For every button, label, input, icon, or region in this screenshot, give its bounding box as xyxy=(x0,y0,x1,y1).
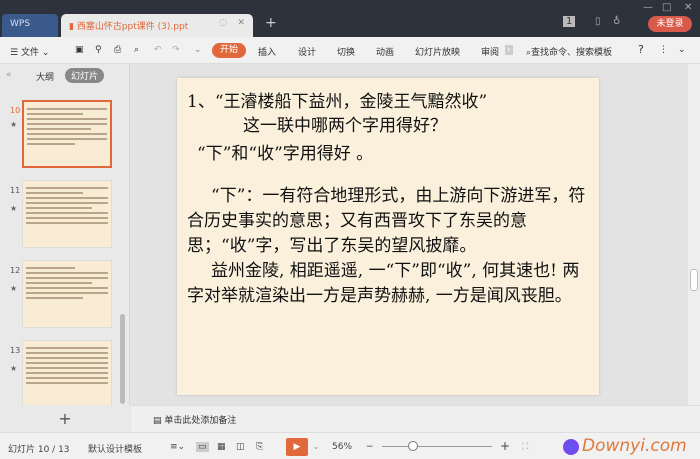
more-quick-icon[interactable]: ⌄ xyxy=(194,45,202,55)
slide-paragraph-2: 益州金陵, 相距遥遥, 一“下”即“收”, 何其速也! 两字对举就渲染出一方是声… xyxy=(187,261,580,306)
search-label: 查找命令、搜索模板 xyxy=(531,48,613,58)
tab-review[interactable]: 审阅 xyxy=(481,45,499,58)
doc-icon[interactable]: ▯ xyxy=(595,16,601,27)
slide-panel: « 大纲 幻灯片 10 ★ 11 ★ 12 ★ 13 ★ xyxy=(0,64,130,408)
file-menu[interactable]: ☰ 文件 ⌄ xyxy=(10,45,49,58)
slide-thumbnail[interactable] xyxy=(22,340,112,408)
redo-icon[interactable]: ↷ xyxy=(172,45,180,55)
normal-view-icon[interactable]: ▭ xyxy=(196,442,209,452)
wps-tab-label: WPS xyxy=(10,19,31,29)
ppt-file-icon: ▮ xyxy=(69,22,77,32)
scrollbar-thumb[interactable] xyxy=(690,269,698,291)
minimize-icon[interactable]: — xyxy=(643,2,653,13)
notes-icon: ▤ xyxy=(153,416,165,426)
slide-thumbnail[interactable] xyxy=(22,180,112,248)
undo-icon[interactable]: ↶ xyxy=(154,45,162,55)
animation-star-icon: ★ xyxy=(10,364,18,373)
pin-icon[interactable]: ◌ xyxy=(219,18,227,28)
sorter-view-icon[interactable]: ▦ xyxy=(217,442,226,452)
slide-counter: 幻灯片 10 / 13 xyxy=(8,445,70,455)
slide-question-2: 这一联中哪两个字用得好？ xyxy=(243,116,447,136)
title-bar: WPS ▮ 西塞山怀古ppt课件 (3).ppt ◌ ✕ + 1 ▯ ♁ 未登录… xyxy=(0,0,700,37)
tab-slides[interactable]: 幻灯片 xyxy=(65,68,105,83)
document-tab-label: 西塞山怀古ppt课件 (3).ppt xyxy=(76,22,189,32)
search-command[interactable]: ⌕查找命令、搜索模板 xyxy=(526,45,612,58)
animation-star-icon: ★ xyxy=(10,120,18,129)
slide-number: 11 xyxy=(10,186,21,195)
menu-icon: ☰ xyxy=(10,48,21,58)
tab-design[interactable]: 设计 xyxy=(298,45,316,58)
format-painter-icon[interactable]: ⚲ xyxy=(95,45,102,55)
slide-number: 13 xyxy=(10,346,21,355)
status-bar: 幻灯片 10 / 13 默认设计模板 ≡⌄ ▭ ▦ ◫ ⎘ ▶ ⌄ 56% − … xyxy=(0,432,700,459)
file-label: 文件 xyxy=(20,48,39,58)
window-count-badge[interactable]: 1 xyxy=(563,16,576,27)
animation-star-icon: ★ xyxy=(10,204,18,213)
slide-answer: “下”和“收”字用得好 。 xyxy=(197,144,374,164)
vertical-scrollbar[interactable] xyxy=(688,64,700,405)
new-tab-button[interactable]: + xyxy=(265,15,277,31)
print-preview-icon[interactable]: ⌕ xyxy=(134,45,139,55)
slide-thumbnail[interactable] xyxy=(22,100,112,168)
zoom-out-button[interactable]: − xyxy=(366,442,374,452)
watermark: Downyi.com xyxy=(582,436,687,456)
add-slide-button[interactable]: + xyxy=(0,405,130,432)
notes-placeholder: 单击此处添加备注 xyxy=(164,416,237,426)
slide-paragraph-1: “下”：一有符合地理形式，由上游向下游进军，符合历史事实的意思；又有西晋攻下了东… xyxy=(187,186,586,256)
zoom-in-button[interactable]: + xyxy=(500,439,510,453)
document-tab[interactable]: ▮ 西塞山怀古ppt课件 (3).ppt ◌ ✕ xyxy=(61,14,253,37)
animation-star-icon: ★ xyxy=(10,284,18,293)
panel-scrollbar[interactable] xyxy=(120,314,125,404)
zoom-slider-knob[interactable] xyxy=(408,441,418,451)
ribbon-toolbar: ☰ 文件 ⌄ ▣ ⚲ ⎙ ⌕ ↶ ↷ ⌄ 开始 插入 设计 切换 动画 幻灯片放… xyxy=(0,37,700,64)
zoom-slider[interactable] xyxy=(382,446,492,447)
tab-transition[interactable]: 切换 xyxy=(337,45,355,58)
slide-number: 12 xyxy=(10,266,21,275)
tab-outline[interactable]: 大纲 xyxy=(36,70,54,83)
play-options-icon[interactable]: ⌄ xyxy=(312,442,320,452)
close-window-icon[interactable]: ✕ xyxy=(684,2,692,13)
reading-view-icon[interactable]: ◫ xyxy=(236,442,245,452)
save-icon[interactable]: ▣ xyxy=(75,45,84,55)
collapse-panel-icon[interactable]: « xyxy=(6,70,12,80)
slide-number: 10 xyxy=(10,106,21,115)
zoom-level[interactable]: 56% xyxy=(332,442,352,452)
notes-toggle-icon[interactable]: ≡⌄ xyxy=(170,442,185,452)
current-slide[interactable]: 1、“王濬楼船下益州，金陵王气黯然收” 这一联中哪两个字用得好？ “下”和“收”… xyxy=(177,78,599,395)
fit-window-icon[interactable]: ⛶ xyxy=(522,442,528,452)
help-icon[interactable]: ? xyxy=(638,43,644,56)
collapse-ribbon-icon[interactable]: ⌄ xyxy=(678,45,686,55)
print-icon[interactable]: ⎙ xyxy=(114,45,121,55)
slide-question: 1、“王濬楼船下益州，金陵王气黯然收” xyxy=(187,92,488,112)
notes-area[interactable]: ▤ 单击此处添加备注 xyxy=(131,405,700,432)
scroll-tabs-right[interactable]: › xyxy=(505,45,513,55)
tab-start[interactable]: 开始 xyxy=(212,43,246,58)
assistant-orb-icon[interactable] xyxy=(563,439,579,455)
login-button[interactable]: 未登录 xyxy=(648,16,692,32)
skin-icon[interactable]: ♁ xyxy=(613,16,620,27)
slide-thumbnail[interactable] xyxy=(22,260,112,328)
tab-insert[interactable]: 插入 xyxy=(258,45,276,58)
presenter-view-icon[interactable]: ⎘ xyxy=(256,442,263,452)
more-icon[interactable]: ⋮ xyxy=(659,45,668,55)
template-name[interactable]: 默认设计模板 xyxy=(88,442,142,455)
tab-slideshow[interactable]: 幻灯片放映 xyxy=(415,45,460,58)
maximize-icon[interactable]: □ xyxy=(662,2,671,13)
play-slideshow-button[interactable]: ▶ xyxy=(286,438,308,456)
wps-home-tab[interactable]: WPS xyxy=(2,14,58,37)
slide-editor: 1、“王濬楼船下益州，金陵王气黯然收” 这一联中哪两个字用得好？ “下”和“收”… xyxy=(131,64,688,405)
close-tab-icon[interactable]: ✕ xyxy=(237,18,245,28)
tab-animation[interactable]: 动画 xyxy=(376,45,394,58)
